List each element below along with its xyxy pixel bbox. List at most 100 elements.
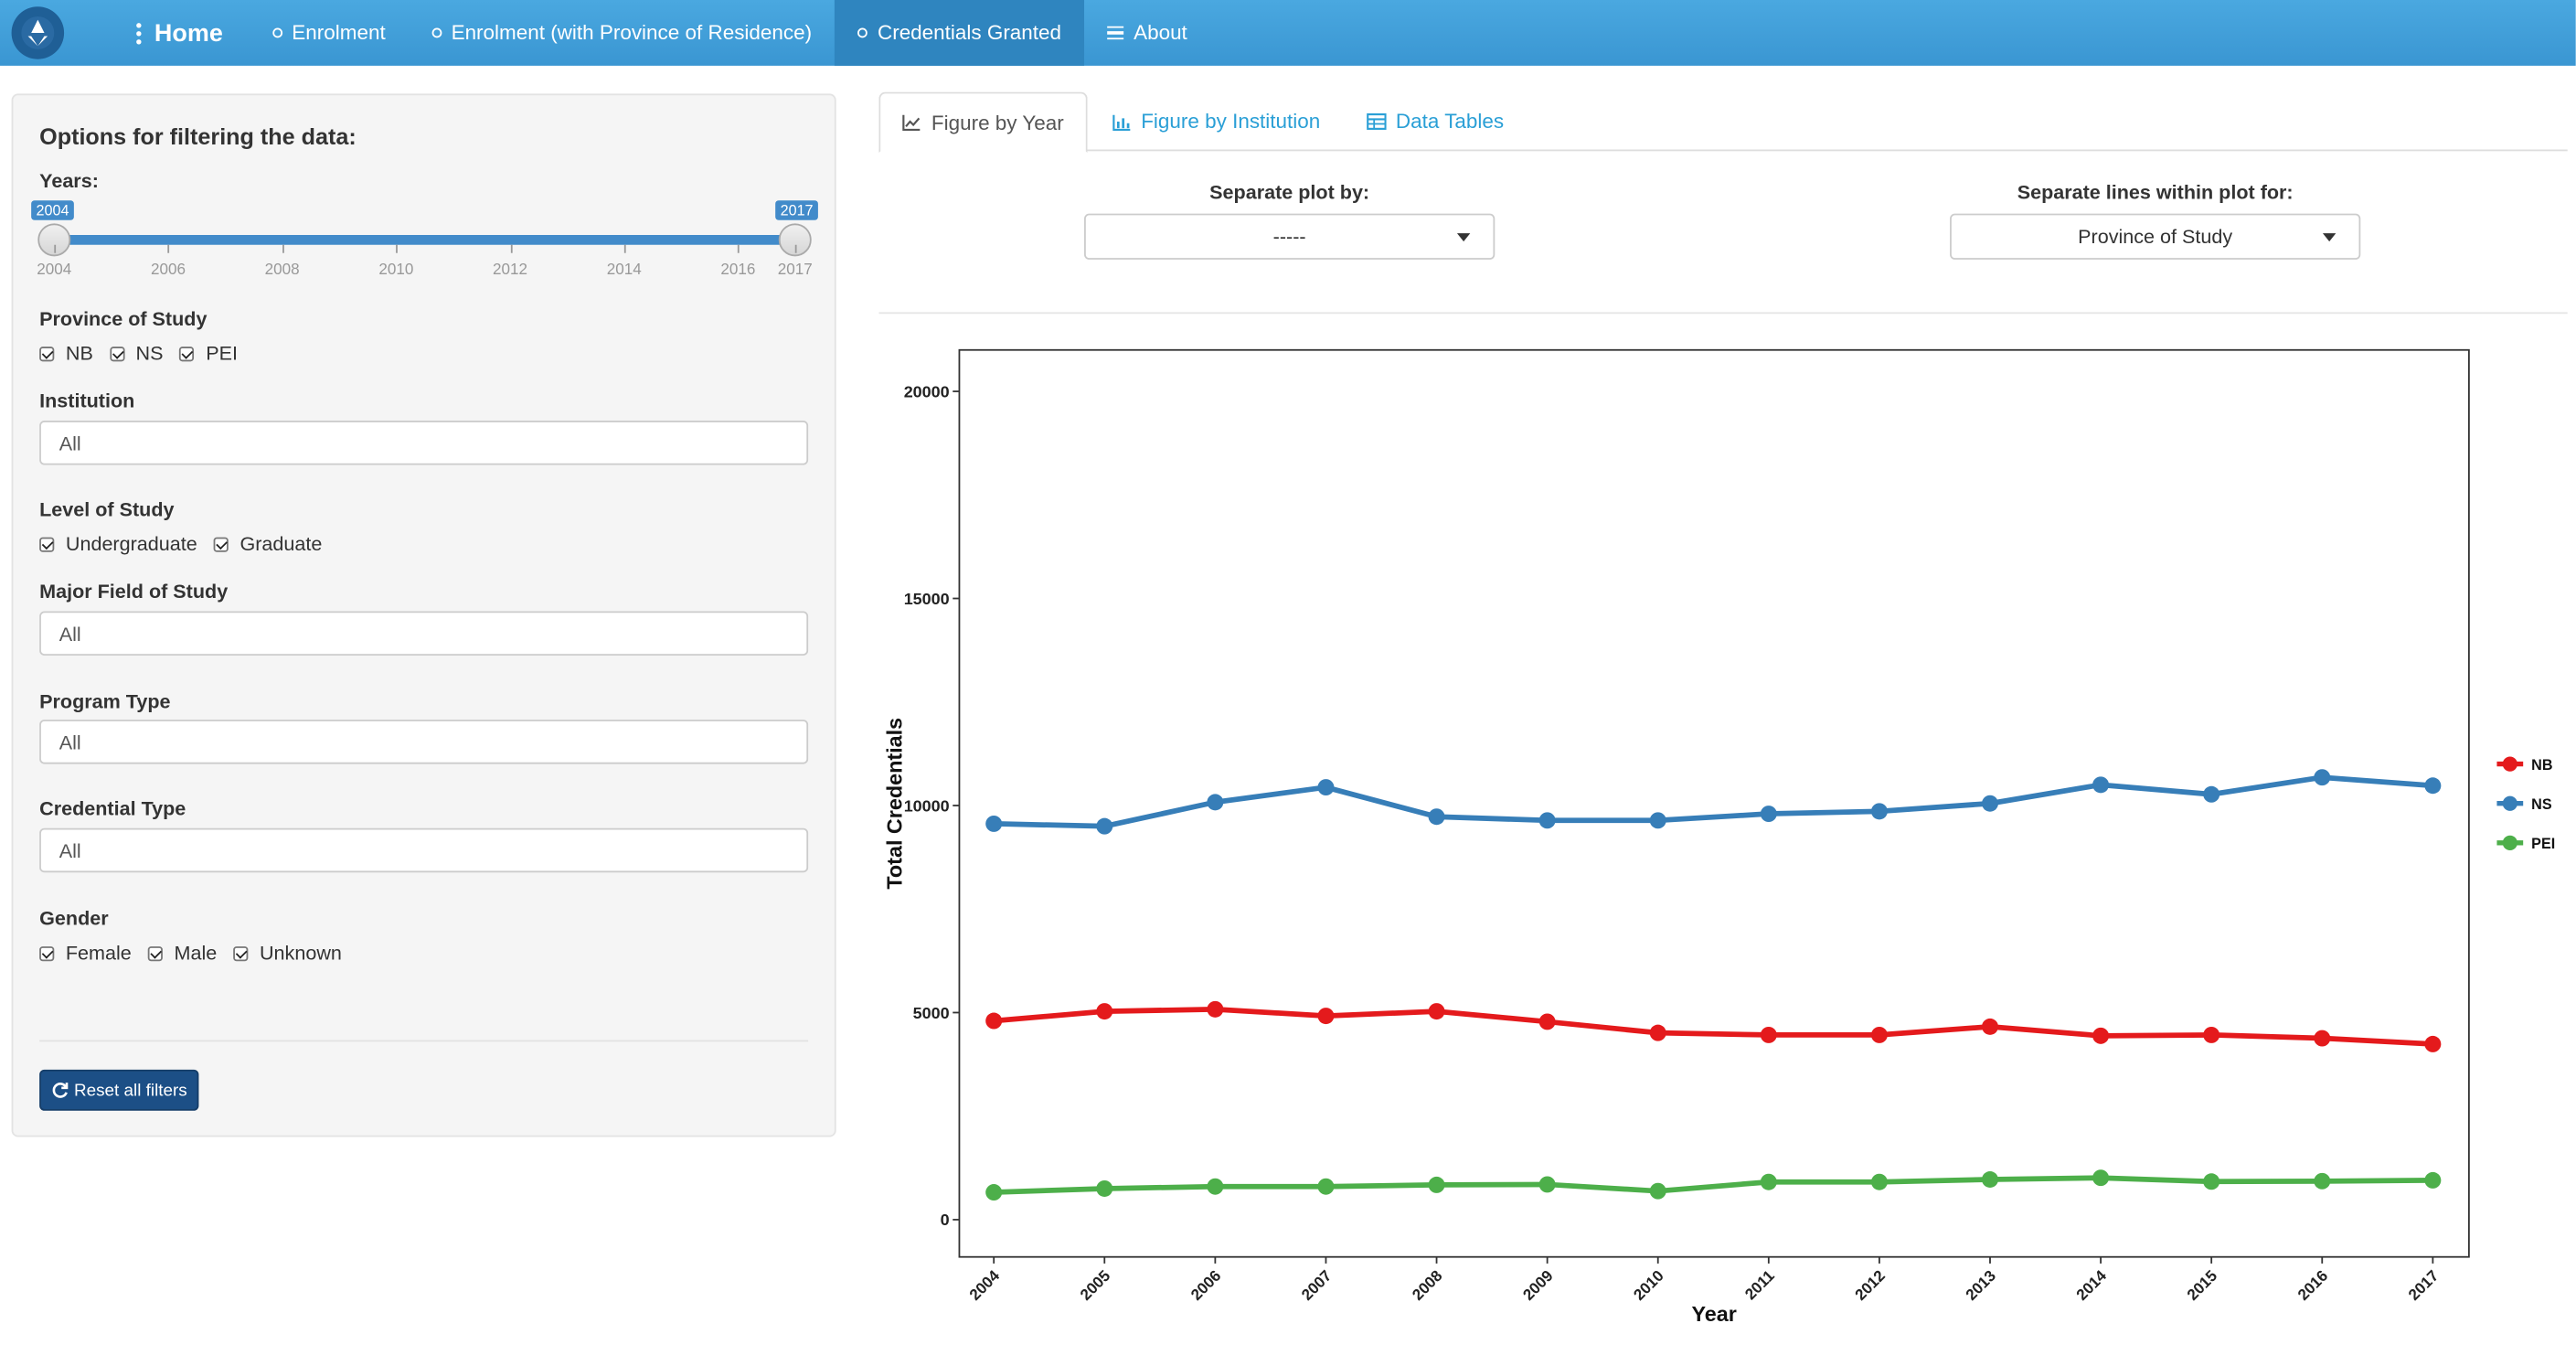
data-point — [2203, 1173, 2220, 1190]
data-point — [1760, 1173, 1777, 1190]
data-point — [1649, 1024, 1666, 1041]
tab-figure-by-institution[interactable]: Figure by Institution — [1091, 92, 1342, 152]
y-tick-label: 10000 — [904, 796, 950, 815]
reset-filters-label: Reset all filters — [73, 1080, 187, 1101]
data-point — [1649, 812, 1666, 829]
checkbox-female[interactable]: Female — [39, 942, 132, 965]
checkbox-pei[interactable]: PEI — [179, 342, 238, 365]
logo-icon[interactable] — [11, 6, 65, 59]
years-label: Years: — [39, 169, 99, 193]
gender-label: Gender — [39, 906, 109, 931]
x-tick-label: 2005 — [1077, 1266, 1114, 1304]
data-point — [985, 1012, 1003, 1030]
circle-icon — [271, 27, 282, 38]
data-point — [2092, 776, 2110, 794]
program-label: Program Type — [39, 689, 171, 713]
legend-label: NB — [2531, 757, 2552, 774]
x-tick-label: 2014 — [2073, 1266, 2111, 1304]
checkbox-label: PEI — [206, 341, 239, 365]
x-tick-label: 2016 — [2294, 1267, 2331, 1304]
nav-enrolment-residence[interactable]: Enrolment (with Province of Residence) — [409, 0, 835, 66]
separate-plot-select[interactable]: ----- — [1084, 213, 1496, 260]
gender-checkboxes: Female Male Unknown — [39, 942, 358, 965]
slider-tick-label: 2016 — [720, 261, 756, 280]
x-tick-label: 2013 — [1963, 1267, 1999, 1304]
province-label: Province of Study — [39, 307, 208, 331]
divider — [39, 1040, 809, 1042]
x-tick-label: 2006 — [1187, 1267, 1224, 1304]
data-point — [1870, 1173, 1888, 1190]
data-point — [1096, 817, 1113, 835]
x-tick-label: 2010 — [1630, 1267, 1666, 1304]
data-point — [1207, 1000, 1224, 1018]
slider-tick — [54, 244, 57, 253]
divider — [878, 312, 2568, 315]
level-label: Level of Study — [39, 497, 175, 521]
data-point — [1982, 795, 1998, 812]
years-slider-track[interactable] — [56, 234, 795, 245]
checkbox-label: Graduate — [240, 532, 323, 556]
checkbox-graduate[interactable]: Graduate — [213, 532, 323, 556]
x-tick-label: 2008 — [1409, 1267, 1445, 1304]
menu-dots-icon — [136, 22, 142, 44]
circle-icon — [857, 27, 868, 38]
data-point — [1870, 1026, 1888, 1043]
nav-enrolment-label: Enrolment — [292, 21, 386, 45]
slider-tick-label: 2008 — [264, 261, 300, 280]
checkbox-checked-icon — [179, 346, 195, 361]
data-point — [1317, 779, 1335, 796]
filter-panel: Options for filtering the data: Years: 2… — [11, 93, 836, 1137]
field-label: Major Field of Study — [39, 580, 229, 603]
data-point — [985, 815, 1003, 832]
checkbox-ns[interactable]: NS — [109, 342, 164, 365]
data-point — [2424, 777, 2442, 795]
tab-bar: Figure by Year Figure by Institution Dat… — [878, 91, 2568, 154]
tab-figure-by-year[interactable]: Figure by Year — [878, 91, 1087, 154]
field-input[interactable]: All — [39, 611, 809, 656]
checkbox-checked-icon — [213, 536, 229, 551]
checkbox-checked-icon — [233, 945, 249, 961]
checkbox-undergraduate[interactable]: Undergraduate — [39, 532, 197, 555]
caret-down-icon — [2322, 233, 2336, 242]
y-tick-label: 20000 — [904, 382, 950, 400]
x-tick-label: 2017 — [2405, 1267, 2442, 1304]
separate-lines-label: Separate lines within plot for: — [2017, 180, 2294, 204]
data-point — [1760, 1026, 1777, 1043]
legend-label: NS — [2531, 796, 2552, 813]
data-point — [2424, 1035, 2442, 1052]
credential-input[interactable]: All — [39, 827, 809, 873]
years-min-badge: 2004 — [31, 200, 74, 220]
years-max-badge: 2017 — [775, 200, 818, 220]
checkbox-checked-icon — [39, 945, 55, 961]
checkbox-checked-icon — [147, 945, 163, 961]
line-chart-icon — [902, 113, 922, 132]
tab-figure-by-institution-label: Figure by Institution — [1141, 110, 1321, 133]
program-input[interactable]: All — [39, 720, 809, 764]
slider-tick-label: 2014 — [606, 261, 642, 280]
tab-data-tables[interactable]: Data Tables — [1345, 92, 1525, 152]
checkbox-nb[interactable]: NB — [39, 342, 93, 365]
table-icon — [1366, 112, 1387, 130]
separate-lines-select[interactable]: Province of Study — [1950, 213, 2361, 260]
data-point — [2424, 1171, 2442, 1189]
x-tick-label: 2011 — [1741, 1266, 1778, 1303]
checkbox-male[interactable]: Male — [147, 942, 217, 965]
plot-area — [958, 348, 2470, 1258]
nav-about[interactable]: About — [1084, 0, 1210, 66]
data-point — [1649, 1182, 1666, 1200]
refresh-icon — [52, 1083, 69, 1098]
data-point — [1428, 1176, 1445, 1193]
checkbox-unknown[interactable]: Unknown — [233, 942, 342, 965]
institution-input[interactable]: All — [39, 421, 809, 465]
data-point — [2203, 1026, 2220, 1043]
nav-credentials-granted[interactable]: Credentials Granted — [835, 0, 1085, 66]
checkbox-label: NB — [65, 341, 93, 365]
reset-filters-button[interactable]: Reset all filters — [39, 1069, 199, 1111]
nav-home[interactable]: Home — [87, 0, 249, 66]
data-point — [1207, 794, 1224, 811]
legend-marker — [2502, 756, 2517, 772]
nav-enrolment[interactable]: Enrolment — [250, 0, 409, 66]
separate-plot-value: ----- — [1272, 225, 1306, 249]
slider-tick — [167, 244, 170, 253]
slider-tick — [282, 244, 284, 253]
